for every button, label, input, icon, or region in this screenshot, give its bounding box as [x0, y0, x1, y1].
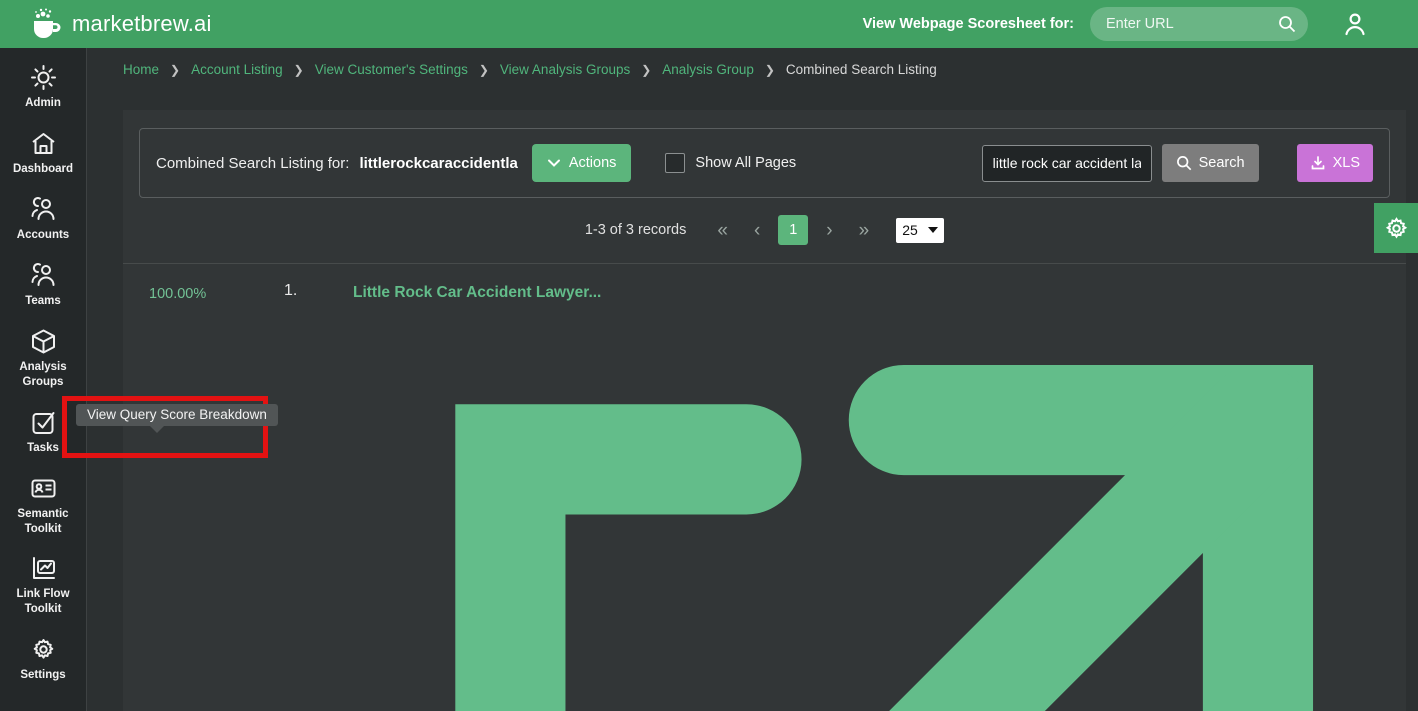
chart-icon — [30, 555, 57, 582]
sidebar-item-dashboard[interactable]: Dashboard — [1, 130, 85, 177]
sidebar-item-tasks[interactable]: Tasks — [1, 409, 85, 456]
sidebar-item-label: Accounts — [17, 228, 69, 243]
content-panel: Combined Search Listing for: littlerockc… — [123, 110, 1406, 711]
search-icon[interactable] — [1278, 15, 1296, 33]
sidebar-item-teams[interactable]: Teams — [1, 262, 85, 309]
home-icon — [30, 130, 57, 157]
sidebar-item-link-flow-toolkit[interactable]: Link Flow Toolkit — [1, 555, 85, 617]
breadcrumb-separator-icon: ❯ — [294, 63, 304, 77]
sidebar-item-analysis-groups[interactable]: Analysis Groups — [1, 328, 85, 390]
sidebar-item-settings[interactable]: Settings — [1, 636, 85, 683]
sidebar-item-label: Tasks — [27, 441, 59, 456]
result-title-link[interactable]: Little Rock Car Accident Lawyer... — [353, 280, 1376, 711]
breadcrumb-item-combined-search-listing: Combined Search Listing — [786, 62, 937, 77]
tooltip-arrow — [150, 426, 164, 433]
scoresheet-url-input[interactable] — [1090, 7, 1308, 41]
actions-button-label: Actions — [569, 155, 617, 171]
breadcrumb-separator-icon: ❯ — [170, 63, 180, 77]
sidebar-item-label: Semantic Toolkit — [1, 507, 85, 537]
users-icon — [30, 262, 57, 289]
sidebar-item-admin[interactable]: Admin — [1, 64, 85, 111]
listing-toolbar: Combined Search Listing for: littlerockc… — [139, 128, 1390, 198]
gear-icon — [30, 636, 57, 663]
select-caret-icon — [928, 227, 938, 233]
sidebar-item-label: Dashboard — [13, 162, 73, 177]
tooltip: View Query Score Breakdown — [76, 404, 278, 426]
breadcrumb-item-home[interactable]: Home — [123, 62, 159, 77]
query-search-input[interactable] — [982, 145, 1152, 182]
users-icon — [30, 196, 57, 223]
scoresheet-label: View Webpage Scoresheet for: — [863, 16, 1074, 32]
sidebar-nav: Admin Dashboard Accounts Teams Analysis … — [0, 48, 87, 711]
sidebar-item-semantic-toolkit[interactable]: Semantic Toolkit — [1, 475, 85, 537]
last-page-button[interactable]: » — [859, 221, 870, 240]
first-page-button[interactable]: « — [717, 221, 728, 240]
results-list: 100.00% 1. Little Rock Car Accident Lawy… — [123, 263, 1406, 711]
coffee-cup-icon — [28, 7, 64, 41]
pagination: 1-3 of 3 records « ‹ 1 › » 25 — [123, 215, 1406, 245]
top-header: marketbrew.ai View Webpage Scoresheet fo… — [0, 0, 1418, 48]
current-page-button[interactable]: 1 — [778, 215, 808, 245]
query-score-link[interactable]: 100.00% — [149, 286, 206, 302]
xls-button-label: XLS — [1333, 155, 1360, 171]
settings-panel-button[interactable] — [1374, 203, 1418, 253]
search-button[interactable]: Search — [1162, 144, 1259, 182]
gear-icon — [1383, 215, 1410, 242]
search-icon — [1176, 155, 1192, 171]
breadcrumb-item-account-listing[interactable]: Account Listing — [191, 62, 283, 77]
chevron-down-icon — [547, 156, 561, 170]
page-size-value: 25 — [902, 222, 918, 238]
breadcrumb-item-view-customer-s-settings[interactable]: View Customer's Settings — [315, 62, 468, 77]
external-link-icon[interactable] — [353, 302, 1376, 711]
sidebar-item-label: Settings — [20, 668, 65, 683]
result-rank: 1. — [284, 280, 353, 711]
user-account-icon[interactable] — [1342, 11, 1368, 37]
xls-export-button[interactable]: XLS — [1297, 144, 1373, 182]
breadcrumb: Home ❯ Account Listing ❯ View Customer's Set… — [88, 48, 1418, 77]
show-all-pages-checkbox[interactable] — [665, 153, 685, 173]
listing-keyword: littlerockcaraccidentla — [359, 155, 517, 172]
result-row: 100.00% 1. Little Rock Car Accident Lawy… — [123, 263, 1406, 711]
main-area: Home ❯ Account Listing ❯ View Customer's Set… — [88, 48, 1418, 711]
records-count: 1-3 of 3 records — [585, 222, 687, 238]
sun-icon — [30, 64, 57, 91]
breadcrumb-item-analysis-group[interactable]: Analysis Group — [662, 62, 754, 77]
brand-logo[interactable]: marketbrew.ai — [0, 7, 212, 41]
breadcrumb-separator-icon: ❯ — [765, 63, 775, 77]
breadcrumb-separator-icon: ❯ — [641, 63, 651, 77]
brand-name: marketbrew.ai — [72, 11, 212, 37]
prev-page-button[interactable]: ‹ — [754, 221, 760, 240]
sidebar-item-label: Analysis Groups — [1, 360, 85, 390]
page-size-select[interactable]: 25 — [896, 218, 944, 243]
query-score-cell: 100.00% — [123, 280, 284, 711]
id-card-icon — [30, 475, 57, 502]
check-square-icon — [30, 409, 57, 436]
show-all-pages-label: Show All Pages — [695, 155, 796, 171]
breadcrumb-item-view-analysis-groups[interactable]: View Analysis Groups — [500, 62, 630, 77]
sidebar-item-label: Teams — [25, 294, 61, 309]
cube-icon — [30, 328, 57, 355]
sidebar-item-label: Admin — [25, 96, 61, 111]
sidebar-item-accounts[interactable]: Accounts — [1, 196, 85, 243]
breadcrumb-separator-icon: ❯ — [479, 63, 489, 77]
download-icon — [1310, 155, 1326, 171]
next-page-button[interactable]: › — [826, 221, 832, 240]
listing-label: Combined Search Listing for: — [156, 155, 349, 172]
sidebar-item-label: Link Flow Toolkit — [1, 587, 85, 617]
actions-button[interactable]: Actions — [532, 144, 632, 182]
search-button-label: Search — [1199, 155, 1245, 171]
